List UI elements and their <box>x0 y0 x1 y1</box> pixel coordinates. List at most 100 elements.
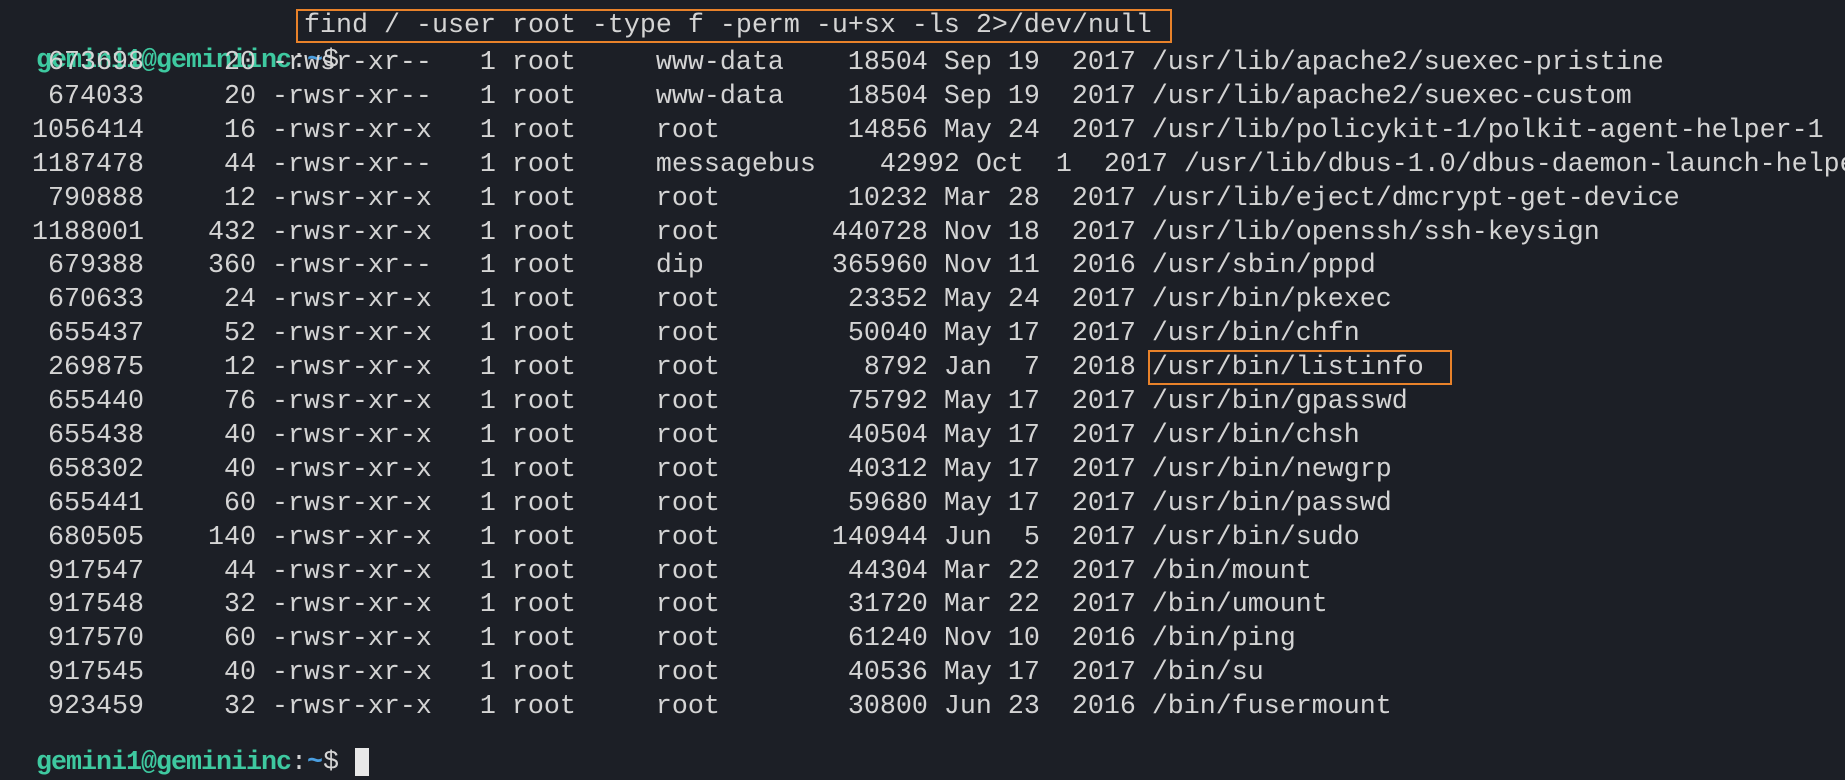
row-inode: 679388 <box>0 251 160 282</box>
row-size: 30800 <box>799 692 944 723</box>
row-day: 24 <box>1007 285 1056 316</box>
row-size: 18504 <box>799 48 944 78</box>
row-perms: -rwsr-xr-x <box>271 387 448 417</box>
row-owner: root <box>511 217 656 248</box>
row-year: 2017 <box>1055 522 1152 553</box>
row-day: 19 <box>1007 81 1056 112</box>
row-size: 365960 <box>799 251 944 282</box>
row-day: 1 <box>1039 149 1088 180</box>
row-day: 5 <box>1007 522 1056 553</box>
row-group: root <box>655 624 800 655</box>
output-row: 917547 44 -rwsr-xr-x 1 root root 44304 M… <box>0 555 1312 589</box>
row-day: 17 <box>1007 387 1056 417</box>
row-inode: 917547 <box>0 556 160 587</box>
row-size: 14856 <box>799 115 944 146</box>
row-month: May <box>943 488 1008 519</box>
row-owner: root <box>511 420 656 451</box>
row-month: Mar <box>943 183 1008 214</box>
row-day: 17 <box>1007 658 1056 689</box>
output-row: 1188001 432 -rwsr-xr-x 1 root root 44072… <box>0 216 1600 250</box>
row-inode: 674033 <box>0 81 160 112</box>
row-links: 1 <box>447 590 512 621</box>
row-size: 50040 <box>799 319 944 350</box>
row-perms: -rwsr-xr-x <box>271 658 448 689</box>
row-inode: 680505 <box>0 522 160 553</box>
output-row: 679388 360 -rwsr-xr-- 1 root dip 365960 … <box>0 249 1376 283</box>
row-month: Jun <box>943 522 1008 553</box>
output-row: 655437 52 -rwsr-xr-x 1 root root 50040 M… <box>0 317 1360 351</box>
row-inode: 655440 <box>0 387 160 417</box>
row-owner: root <box>511 454 656 485</box>
row-month: Nov <box>943 251 1008 282</box>
row-path: /usr/lib/apache2/suexec-custom <box>1151 81 1632 112</box>
row-size: 42992 <box>831 149 976 180</box>
row-blocks: 44 <box>159 556 272 587</box>
row-owner: root <box>511 149 656 180</box>
row-month: Mar <box>943 590 1008 621</box>
row-year: 2017 <box>1055 81 1152 112</box>
row-perms: -rwsr-xr-x <box>271 590 448 621</box>
row-links: 1 <box>447 522 512 553</box>
row-day: 17 <box>1007 420 1056 451</box>
row-perms: -rwsr-xr-x <box>271 115 448 146</box>
next-prompt-line[interactable]: gemini1@geminiinc:~$ <box>4 712 369 778</box>
row-owner: root <box>511 556 656 587</box>
output-row: 1187478 44 -rwsr-xr-- 1 root messagebus … <box>0 148 1845 182</box>
row-group: root <box>655 522 800 553</box>
row-blocks: 12 <box>159 353 272 384</box>
row-group: root <box>655 115 800 146</box>
row-year: 2016 <box>1055 251 1152 282</box>
row-size: 40312 <box>799 454 944 485</box>
row-owner: root <box>511 183 656 214</box>
row-inode: 658302 <box>0 454 160 485</box>
row-month: May <box>943 454 1008 485</box>
row-perms: -rwsr-xr-x <box>271 420 448 451</box>
row-owner: root <box>511 353 656 384</box>
row-path: /usr/bin/chsh <box>1151 420 1360 451</box>
row-links: 1 <box>447 692 512 723</box>
row-group: root <box>655 556 800 587</box>
row-size: 31720 <box>799 590 944 621</box>
row-links: 1 <box>447 149 512 180</box>
row-inode: 790888 <box>0 183 160 214</box>
row-day: 18 <box>1007 217 1056 248</box>
row-perms: -rwsr-xr-x <box>271 454 448 485</box>
row-blocks: 20 <box>159 48 272 78</box>
output-row: 917548 32 -rwsr-xr-x 1 root root 31720 M… <box>0 588 1328 622</box>
row-path: /bin/mount <box>1151 556 1312 587</box>
row-size: 8792 <box>799 353 944 384</box>
row-day: 23 <box>1007 692 1056 723</box>
row-inode: 917570 <box>0 624 160 655</box>
row-blocks: 76 <box>159 387 272 417</box>
row-path: /usr/sbin/pppd <box>1151 251 1376 282</box>
row-path: /bin/umount <box>1151 590 1328 621</box>
row-year: 2017 <box>1055 319 1152 350</box>
row-group: root <box>655 488 800 519</box>
row-month: Nov <box>943 624 1008 655</box>
row-blocks: 52 <box>159 319 272 350</box>
row-size: 59680 <box>799 488 944 519</box>
row-blocks: 60 <box>159 624 272 655</box>
row-year: 2017 <box>1055 217 1152 248</box>
row-year: 2017 <box>1055 115 1152 146</box>
row-perms: -rwsr-xr-x <box>271 285 448 316</box>
listinfo-highlight-box <box>1148 350 1452 385</box>
row-year: 2017 <box>1055 454 1152 485</box>
row-links: 1 <box>447 556 512 587</box>
row-perms: -rwsr-xr-- <box>271 251 448 282</box>
row-owner: root <box>511 285 656 316</box>
row-links: 1 <box>447 285 512 316</box>
row-group: root <box>655 353 800 384</box>
row-perms: -rwsr-xr-x <box>271 319 448 350</box>
row-month: Jun <box>943 692 1008 723</box>
row-size: 40504 <box>799 420 944 451</box>
row-path: /usr/bin/gpasswd <box>1151 387 1408 417</box>
row-day: 17 <box>1007 319 1056 350</box>
row-inode: 655437 <box>0 319 160 350</box>
row-group: root <box>655 285 800 316</box>
row-inode: 655438 <box>0 420 160 451</box>
row-year: 2017 <box>1055 285 1152 316</box>
output-row: 670633 24 -rwsr-xr-x 1 root root 23352 M… <box>0 283 1392 317</box>
row-size: 18504 <box>799 81 944 112</box>
row-owner: root <box>511 387 656 417</box>
